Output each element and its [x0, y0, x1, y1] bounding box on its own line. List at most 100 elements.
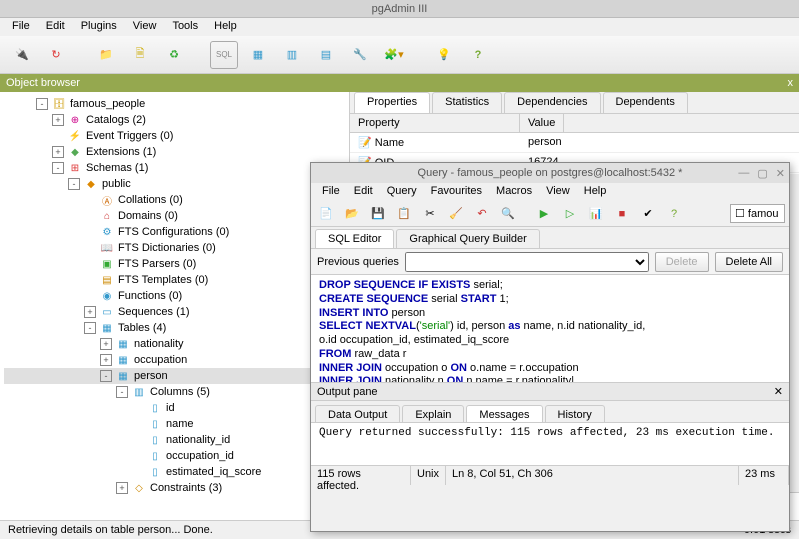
- menu-help[interactable]: Help: [206, 18, 245, 36]
- tab-statistics[interactable]: Statistics: [432, 92, 502, 113]
- tree-item[interactable]: ▯nationality_id: [4, 432, 345, 448]
- tab-properties[interactable]: Properties: [354, 92, 430, 113]
- save-icon[interactable]: 💾: [367, 203, 389, 225]
- table-edit-icon[interactable]: ▤: [312, 41, 340, 69]
- qmenu-help[interactable]: Help: [577, 183, 614, 201]
- tab-graphical-query-builder[interactable]: Graphical Query Builder: [396, 229, 539, 248]
- tree-item[interactable]: ▣FTS Parsers (0): [4, 256, 345, 272]
- open-icon[interactable]: 📂: [341, 203, 363, 225]
- tree-item[interactable]: ⌂Domains (0): [4, 208, 345, 224]
- close-icon[interactable]: ✕: [776, 167, 785, 180]
- collapse-icon[interactable]: -: [84, 322, 96, 334]
- tree-item[interactable]: -⊞Schemas (1): [4, 160, 345, 176]
- qmenu-file[interactable]: File: [315, 183, 347, 201]
- sql-editor[interactable]: DROP SEQUENCE IF EXISTS serial;CREATE SE…: [311, 275, 789, 383]
- tree-item[interactable]: ▯estimated_iq_score: [4, 464, 345, 480]
- tree-item[interactable]: -▦person: [4, 368, 345, 384]
- tab-history[interactable]: History: [545, 405, 605, 422]
- object-browser-tree[interactable]: -🗄famous_people+⊕Catalogs (2)⚡Event Trig…: [0, 92, 350, 520]
- connection-combo[interactable]: famou: [730, 204, 785, 223]
- menu-tools[interactable]: Tools: [164, 18, 206, 36]
- folder-icon[interactable]: 📁: [92, 41, 120, 69]
- tree-item[interactable]: +◆Extensions (1): [4, 144, 345, 160]
- copy-icon[interactable]: 📋: [393, 203, 415, 225]
- tab-data-output[interactable]: Data Output: [315, 405, 400, 422]
- qmenu-favourites[interactable]: Favourites: [424, 183, 489, 201]
- tree-item[interactable]: -▦Tables (4): [4, 320, 345, 336]
- cut-icon[interactable]: ✂: [419, 203, 441, 225]
- tree-item[interactable]: ▯occupation_id: [4, 448, 345, 464]
- tree-item[interactable]: +▭Sequences (1): [4, 304, 345, 320]
- qmenu-edit[interactable]: Edit: [347, 183, 380, 201]
- table-filter-icon[interactable]: ▥: [278, 41, 306, 69]
- delete-button[interactable]: Delete: [655, 252, 709, 272]
- node-icon: ◇: [132, 481, 146, 495]
- close-icon[interactable]: ✕: [774, 383, 783, 400]
- tree-item[interactable]: ▯name: [4, 416, 345, 432]
- maximize-icon[interactable]: ▢: [757, 167, 767, 180]
- collapse-icon[interactable]: -: [36, 98, 48, 110]
- run-plan-icon[interactable]: ▷: [559, 203, 581, 225]
- collapse-icon[interactable]: -: [68, 178, 80, 190]
- menu-view[interactable]: View: [125, 18, 165, 36]
- tree-item[interactable]: +▦nationality: [4, 336, 345, 352]
- tree-item[interactable]: ⚙FTS Configurations (0): [4, 224, 345, 240]
- table-view-icon[interactable]: ▦: [244, 41, 272, 69]
- run-icon[interactable]: ▶: [533, 203, 555, 225]
- refresh-icon[interactable]: ↻: [42, 41, 70, 69]
- expand-icon[interactable]: +: [84, 306, 96, 318]
- tree-item[interactable]: 📖FTS Dictionaries (0): [4, 240, 345, 256]
- tree-item[interactable]: ◉Functions (0): [4, 288, 345, 304]
- commit-icon[interactable]: ✔: [637, 203, 659, 225]
- menu-plugins[interactable]: Plugins: [73, 18, 125, 36]
- node-icon: ▯: [148, 449, 162, 463]
- plug-icon[interactable]: 🔌: [8, 41, 36, 69]
- tree-item[interactable]: +⊕Catalogs (2): [4, 112, 345, 128]
- trash-icon[interactable]: ♻: [160, 41, 188, 69]
- find-icon[interactable]: 🔍: [497, 203, 519, 225]
- wrench-icon[interactable]: 🔧: [346, 41, 374, 69]
- clear-icon[interactable]: 🧹: [445, 203, 467, 225]
- tab-messages[interactable]: Messages: [466, 405, 542, 422]
- expand-icon[interactable]: +: [52, 146, 64, 158]
- tab-dependents[interactable]: Dependents: [603, 92, 688, 113]
- help-icon[interactable]: ?: [663, 203, 685, 225]
- expand-icon[interactable]: +: [116, 482, 128, 494]
- minimize-icon[interactable]: —: [738, 167, 749, 180]
- explain-icon[interactable]: 📊: [585, 203, 607, 225]
- tree-item[interactable]: -▥Columns (5): [4, 384, 345, 400]
- help-icon[interactable]: ?: [464, 41, 492, 69]
- undo-icon[interactable]: ↶: [471, 203, 493, 225]
- collapse-icon[interactable]: -: [116, 386, 128, 398]
- previous-queries-select[interactable]: [405, 252, 649, 272]
- puzzle-icon[interactable]: 🧩▾: [380, 41, 408, 69]
- delete-all-button[interactable]: Delete All: [715, 252, 783, 272]
- qmenu-macros[interactable]: Macros: [489, 183, 539, 201]
- tab-sql-editor[interactable]: SQL Editor: [315, 229, 394, 248]
- tree-item[interactable]: +◇Constraints (3): [4, 480, 345, 496]
- menu-file[interactable]: File: [4, 18, 38, 36]
- tree-item[interactable]: ▤FTS Templates (0): [4, 272, 345, 288]
- tab-explain[interactable]: Explain: [402, 405, 464, 422]
- tab-dependencies[interactable]: Dependencies: [504, 92, 600, 113]
- tree-item[interactable]: ⒶCollations (0): [4, 192, 345, 208]
- tree-item[interactable]: -🗄famous_people: [4, 96, 345, 112]
- close-icon[interactable]: x: [788, 74, 794, 92]
- stop-icon[interactable]: ■: [611, 203, 633, 225]
- qmenu-query[interactable]: Query: [380, 183, 424, 201]
- expand-icon[interactable]: +: [52, 114, 64, 126]
- menu-edit[interactable]: Edit: [38, 18, 73, 36]
- properties-icon[interactable]: 🗎: [126, 41, 154, 69]
- tree-item[interactable]: -◆public: [4, 176, 345, 192]
- collapse-icon[interactable]: -: [52, 162, 64, 174]
- expand-icon[interactable]: +: [100, 354, 112, 366]
- tree-item[interactable]: ▯id: [4, 400, 345, 416]
- expand-icon[interactable]: +: [100, 338, 112, 350]
- collapse-icon[interactable]: -: [100, 370, 112, 382]
- hint-icon[interactable]: 💡: [430, 41, 458, 69]
- new-icon[interactable]: 📄: [315, 203, 337, 225]
- sql-icon[interactable]: SQL: [210, 41, 238, 69]
- tree-item[interactable]: +▦occupation: [4, 352, 345, 368]
- qmenu-view[interactable]: View: [539, 183, 577, 201]
- tree-item[interactable]: ⚡Event Triggers (0): [4, 128, 345, 144]
